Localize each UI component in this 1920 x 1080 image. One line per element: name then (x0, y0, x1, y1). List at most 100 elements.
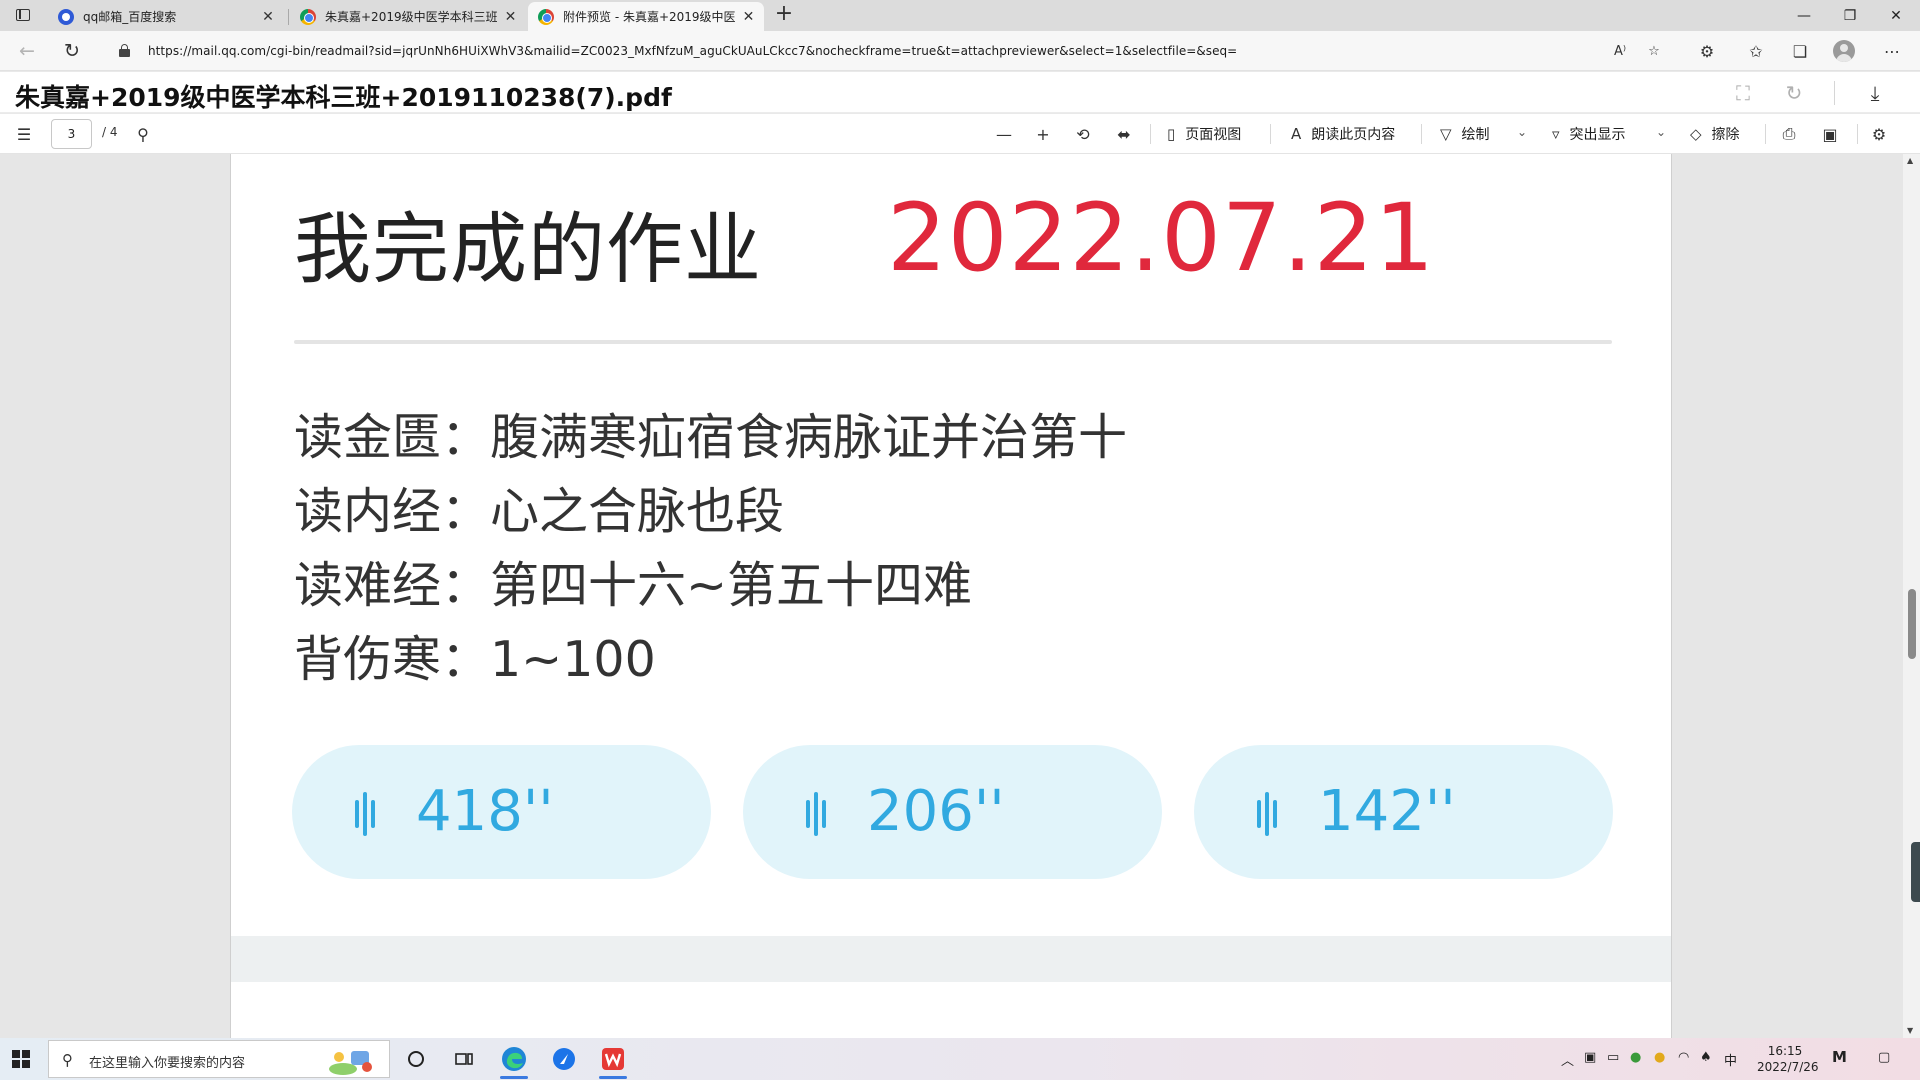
scroll-down-icon[interactable]: ▼ (1907, 1026, 1913, 1035)
homework-line: 读难经：第四十六~第五十四难 (294, 557, 973, 614)
lock-icon[interactable] (119, 44, 131, 57)
refresh-button[interactable]: ↻ (60, 39, 84, 63)
pdf-file-title: 朱真嘉+2019级中医学本科三班+2019110238(7).pdf (15, 83, 672, 112)
favorite-star-icon[interactable]: ☆ (1644, 42, 1664, 60)
qq-icon[interactable]: ♠ (1700, 1050, 1712, 1065)
search-icon: ⚲ (62, 1051, 73, 1069)
table-of-contents-icon[interactable]: ☰ (13, 123, 35, 145)
divider (1857, 124, 1858, 144)
weather-icon (329, 1051, 372, 1075)
omnibox[interactable]: https://mail.qq.com/cgi-bin/readmail?sid… (100, 35, 1660, 67)
url-text[interactable]: https://mail.qq.com/cgi-bin/readmail?sid… (148, 44, 1237, 58)
draw-button[interactable]: ▽ 绘制 (1440, 114, 1490, 154)
print-icon[interactable]: ⎙ (1778, 123, 1800, 145)
sidebar-handle[interactable] (1911, 842, 1920, 902)
fit-width-icon[interactable]: ⬌ (1113, 123, 1135, 145)
profile-avatar[interactable] (1833, 40, 1855, 62)
windows-start-icon[interactable] (12, 1050, 30, 1068)
wps-office-icon[interactable] (589, 1038, 637, 1080)
edge-browser-icon[interactable] (490, 1038, 538, 1080)
taskbar-search-box[interactable]: ⚲ 在这里输入你要搜索的内容 (48, 1040, 390, 1078)
battery-icon[interactable]: ▭ (1607, 1050, 1619, 1065)
document-viewport[interactable]: 我完成的作业 2022.07.21 读金匮：腹满寒疝宿食病脉证并治第十 读内经：… (0, 154, 1903, 1038)
erase-label: 擦除 (1711, 127, 1740, 143)
highlight-label: 突出显示 (1569, 127, 1626, 143)
tab-actions-icon[interactable] (14, 8, 34, 24)
chevron-down-icon[interactable]: ⌄ (1656, 125, 1666, 139)
save-icon[interactable]: ▣ (1819, 123, 1841, 145)
new-tab-button[interactable]: + (772, 3, 796, 27)
read-aloud-icon: A (1291, 125, 1302, 143)
more-menu-icon[interactable]: ⋯ (1880, 39, 1904, 63)
tab-baidu-search[interactable]: qq邮箱_百度搜索 ✕ (48, 2, 284, 31)
eraser-icon: ◇ (1690, 125, 1702, 143)
feather-app-icon[interactable] (540, 1038, 588, 1080)
homework-heading: 我完成的作业 (294, 206, 762, 295)
zoom-out-icon[interactable]: — (993, 123, 1015, 145)
close-icon[interactable]: ✕ (741, 9, 756, 25)
scroll-thumb[interactable] (1908, 589, 1916, 659)
page-view-label: 页面视图 (1185, 127, 1242, 143)
tab-title: 附件预览 - 朱真嘉+2019级中医学 (563, 10, 736, 24)
voice-duration: 206'' (867, 779, 1005, 844)
page-view-icon: ▯ (1167, 125, 1176, 143)
scroll-up-icon[interactable]: ▲ (1907, 156, 1913, 165)
page-view-button[interactable]: ▯ 页面视图 (1167, 114, 1241, 154)
back-button[interactable]: ← (15, 39, 39, 63)
cortana-icon[interactable] (392, 1038, 440, 1080)
tray-app-icon[interactable]: ● (1654, 1050, 1665, 1065)
voice-duration: 418'' (416, 779, 554, 844)
close-icon[interactable]: ✕ (260, 9, 276, 25)
restore-button[interactable]: ❐ (1827, 0, 1873, 31)
taskbar-clock[interactable]: 16:15 2022/7/26 (1757, 1043, 1819, 1075)
pdf-title-bar: 朱真嘉+2019级中医学本科三班+2019110238(7).pdf ⛶ ↻ ⤓ (0, 72, 1920, 113)
read-aloud-icon[interactable]: A⁾ (1610, 42, 1630, 60)
chevron-down-icon[interactable]: ⌄ (1517, 125, 1527, 139)
page-number-input[interactable]: 3 (51, 119, 92, 149)
task-view-icon[interactable] (440, 1038, 488, 1080)
chrome-icon (300, 8, 316, 25)
tray-app-icon[interactable]: ▣ (1584, 1050, 1596, 1065)
notification-icon[interactable]: ▢ (1878, 1050, 1890, 1065)
input-method-icon[interactable]: M (1832, 1048, 1847, 1066)
homework-line: 背伤寒：1~100 (294, 631, 656, 688)
minimize-button[interactable]: — (1781, 0, 1827, 31)
settings-gear-icon[interactable]: ⚙ (1868, 123, 1890, 145)
voice-message: 142'' (1194, 745, 1613, 879)
divider (1421, 124, 1422, 144)
fit-page-icon[interactable]: ⛶ (1731, 81, 1755, 105)
favorites-icon[interactable]: ✩ (1744, 39, 1768, 63)
divider (1765, 124, 1766, 144)
draw-label: 绘制 (1461, 127, 1490, 143)
voice-wave-icon (806, 792, 828, 836)
close-icon[interactable]: ✕ (503, 9, 518, 25)
tab-attachment-preview[interactable]: 附件预览 - 朱真嘉+2019级中医学 ✕ (528, 2, 764, 31)
redo-icon[interactable]: ↻ (1782, 81, 1806, 105)
voice-wave-icon (355, 792, 377, 836)
zoom-in-icon[interactable]: + (1032, 123, 1054, 145)
read-aloud-button[interactable]: A 朗读此页内容 (1291, 114, 1395, 154)
rotate-icon[interactable]: ⟲ (1072, 123, 1094, 145)
search-placeholder: 在这里输入你要搜索的内容 (89, 1056, 246, 1071)
erase-button[interactable]: ◇ 擦除 (1690, 114, 1740, 154)
vertical-scrollbar[interactable]: ▲ ▼ (1903, 154, 1920, 1038)
download-icon[interactable]: ⤓ (1863, 81, 1887, 105)
homework-date: 2022.07.21 (887, 184, 1436, 293)
wechat-icon[interactable]: ● (1630, 1050, 1641, 1065)
tab-title: 朱真嘉+2019级中医学本科三班+ (325, 10, 497, 24)
extensions-icon[interactable]: ⚙ (1695, 39, 1719, 63)
page-separator (231, 936, 1671, 982)
search-icon[interactable]: ⚲ (132, 123, 154, 145)
highlight-icon: ▿ (1552, 125, 1560, 143)
highlight-button[interactable]: ▿ 突出显示 (1552, 114, 1626, 154)
read-aloud-label: 朗读此页内容 (1311, 127, 1396, 143)
wifi-icon[interactable]: ◠ (1678, 1050, 1689, 1065)
tab-separator (288, 9, 289, 25)
ime-indicator[interactable]: 中 (1724, 1050, 1737, 1069)
collections-icon[interactable]: ❏ (1788, 39, 1812, 63)
divider (1834, 81, 1835, 105)
tab-pdf-file[interactable]: 朱真嘉+2019级中医学本科三班+ ✕ (290, 2, 526, 31)
tab-title: qq邮箱_百度搜索 (83, 10, 177, 24)
show-hidden-icons-icon[interactable]: ︿ (1561, 1050, 1574, 1069)
close-window-button[interactable]: ✕ (1873, 0, 1919, 31)
